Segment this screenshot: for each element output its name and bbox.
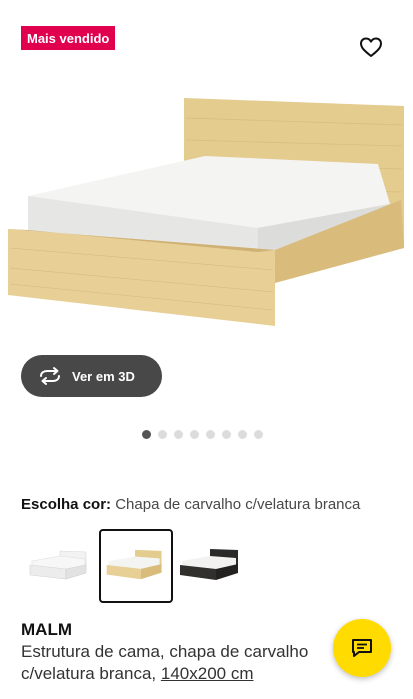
color-choice: Escolha cor: Chapa de carvalho c/velatur… <box>21 496 401 513</box>
swatch-white[interactable] <box>24 529 98 603</box>
best-seller-label: Mais vendido <box>27 30 110 46</box>
color-choice-label: Escolha cor: <box>21 496 112 513</box>
color-choice-value: Chapa de carvalho c/velatura branca <box>115 496 361 513</box>
bed-product-image <box>8 98 404 326</box>
carousel-dot[interactable] <box>142 430 151 439</box>
carousel-indicator <box>142 430 263 439</box>
carousel-dot[interactable] <box>190 430 199 439</box>
view-3d-button[interactable]: Ver em 3D <box>21 355 162 397</box>
product-description: Estrutura de cama, chapa de carvalho c/v… <box>21 641 331 685</box>
product-image[interactable] <box>0 88 413 338</box>
bed-white-thumbnail <box>29 550 87 580</box>
heart-outline-icon <box>360 37 382 57</box>
rotate-3d-icon <box>40 367 60 385</box>
bed-black-thumbnail <box>180 549 238 580</box>
swatch-black-brown[interactable] <box>174 529 248 603</box>
carousel-dot[interactable] <box>222 430 231 439</box>
product-size-link[interactable]: 140x200 cm <box>161 664 254 683</box>
chat-button[interactable] <box>333 619 391 677</box>
view-3d-label: Ver em 3D <box>72 368 135 384</box>
carousel-dot[interactable] <box>206 430 215 439</box>
product-name: MALM <box>21 620 72 639</box>
bed-oak-thumbnail <box>106 549 162 580</box>
best-seller-badge: Mais vendido <box>21 26 116 50</box>
chat-bubble-icon <box>352 639 372 657</box>
carousel-dot[interactable] <box>158 430 167 439</box>
carousel-dot[interactable] <box>238 430 247 439</box>
favorite-button[interactable] <box>358 35 384 59</box>
carousel-dot[interactable] <box>254 430 263 439</box>
carousel-dot[interactable] <box>174 430 183 439</box>
swatch-oak-veneer[interactable] <box>99 529 173 603</box>
